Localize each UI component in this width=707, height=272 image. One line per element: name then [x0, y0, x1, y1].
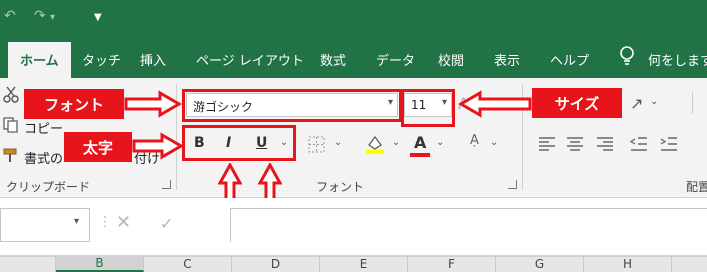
- tab-page-layout[interactable]: ページ レイアウト: [196, 50, 304, 69]
- column-header[interactable]: C: [144, 256, 232, 272]
- orientation-dropdown-icon[interactable]: ⌄: [650, 96, 658, 107]
- name-box-dropdown-icon[interactable]: ▾: [74, 216, 79, 227]
- format-painter-button[interactable]: 書式の: [24, 148, 63, 167]
- cut-icon[interactable]: [2, 86, 20, 104]
- arrow-right-icon: [132, 132, 184, 160]
- select-all-corner[interactable]: [0, 256, 56, 272]
- column-header[interactable]: F: [408, 256, 496, 272]
- tab-view[interactable]: 表示: [494, 50, 520, 69]
- tab-insert[interactable]: 挿入: [140, 50, 166, 69]
- tab-review[interactable]: 校閲: [438, 50, 464, 69]
- arrow-right-icon: [124, 90, 182, 118]
- font-color-bar: [410, 153, 430, 157]
- tell-me-label[interactable]: 何をします: [648, 50, 707, 69]
- tab-data[interactable]: データ: [376, 50, 415, 69]
- enter-icon[interactable]: ✓: [160, 214, 173, 233]
- lightbulb-icon[interactable]: [618, 46, 636, 66]
- redo-dropdown-icon[interactable]: ▾: [50, 12, 55, 23]
- orientation-icon[interactable]: ↗: [630, 94, 643, 113]
- column-header[interactable]: D: [232, 256, 320, 272]
- highlight-font-size: [401, 89, 455, 127]
- formula-bar-grip-icon: ⋮: [98, 214, 112, 230]
- font-color-icon[interactable]: A: [414, 133, 426, 152]
- decrease-indent-icon[interactable]: [630, 136, 648, 152]
- tab-formulas[interactable]: 数式: [320, 50, 346, 69]
- group-label-font: フォント: [316, 180, 365, 194]
- align-right-icon[interactable]: [596, 136, 614, 152]
- group-label-clipboard: クリップボード: [6, 180, 91, 194]
- tab-touch[interactable]: タッチ: [82, 50, 121, 69]
- annotation-size-label: サイズ: [532, 88, 622, 118]
- group-label-alignment: 配置: [686, 180, 707, 194]
- column-header-partial[interactable]: [672, 256, 707, 272]
- column-header[interactable]: B: [56, 256, 144, 272]
- separator: [692, 92, 693, 114]
- annotation-bold-label: 太字: [64, 132, 132, 162]
- formula-input[interactable]: [230, 208, 707, 242]
- align-left-icon[interactable]: [538, 136, 556, 152]
- fill-color-icon[interactable]: [364, 133, 386, 155]
- copy-icon[interactable]: [2, 116, 20, 134]
- borders-dropdown-icon[interactable]: ⌄: [334, 137, 342, 148]
- fill-color-dropdown-icon[interactable]: ⌄: [392, 137, 400, 148]
- annotation-font-label: フォント: [24, 89, 124, 119]
- highlight-bold-italic-underline: [182, 125, 296, 161]
- copy-button[interactable]: コピー: [24, 118, 63, 137]
- borders-icon[interactable]: [308, 136, 326, 154]
- phonetic-dropdown-icon[interactable]: ⌄: [490, 137, 498, 148]
- ribbon-tabs: ホーム タッチ 挿入 ページ レイアウト 数式 データ 校閲 表示 ヘルプ 何を…: [0, 36, 707, 78]
- font-launcher-icon[interactable]: [508, 180, 517, 189]
- arrow-left-icon: [458, 90, 532, 118]
- phonetic-guide-icon[interactable]: Ạ: [470, 133, 479, 148]
- customize-qat-icon[interactable]: ▼: [94, 12, 102, 23]
- font-color-dropdown-icon[interactable]: ⌄: [436, 137, 444, 148]
- column-header[interactable]: E: [320, 256, 408, 272]
- format-painter-icon[interactable]: [2, 146, 20, 164]
- title-bar: [0, 0, 707, 36]
- clipboard-launcher-icon[interactable]: [162, 180, 171, 189]
- highlight-font-name: [182, 89, 402, 122]
- undo-icon[interactable]: ↶: [4, 8, 16, 24]
- column-header[interactable]: H: [584, 256, 672, 272]
- tab-home[interactable]: ホーム: [8, 42, 71, 78]
- align-center-icon[interactable]: [566, 136, 584, 152]
- increase-indent-icon[interactable]: [660, 136, 678, 152]
- cancel-icon[interactable]: ✕: [116, 212, 131, 233]
- tab-help[interactable]: ヘルプ: [550, 50, 589, 69]
- redo-icon[interactable]: ↷: [34, 8, 46, 24]
- column-header[interactable]: G: [496, 256, 584, 272]
